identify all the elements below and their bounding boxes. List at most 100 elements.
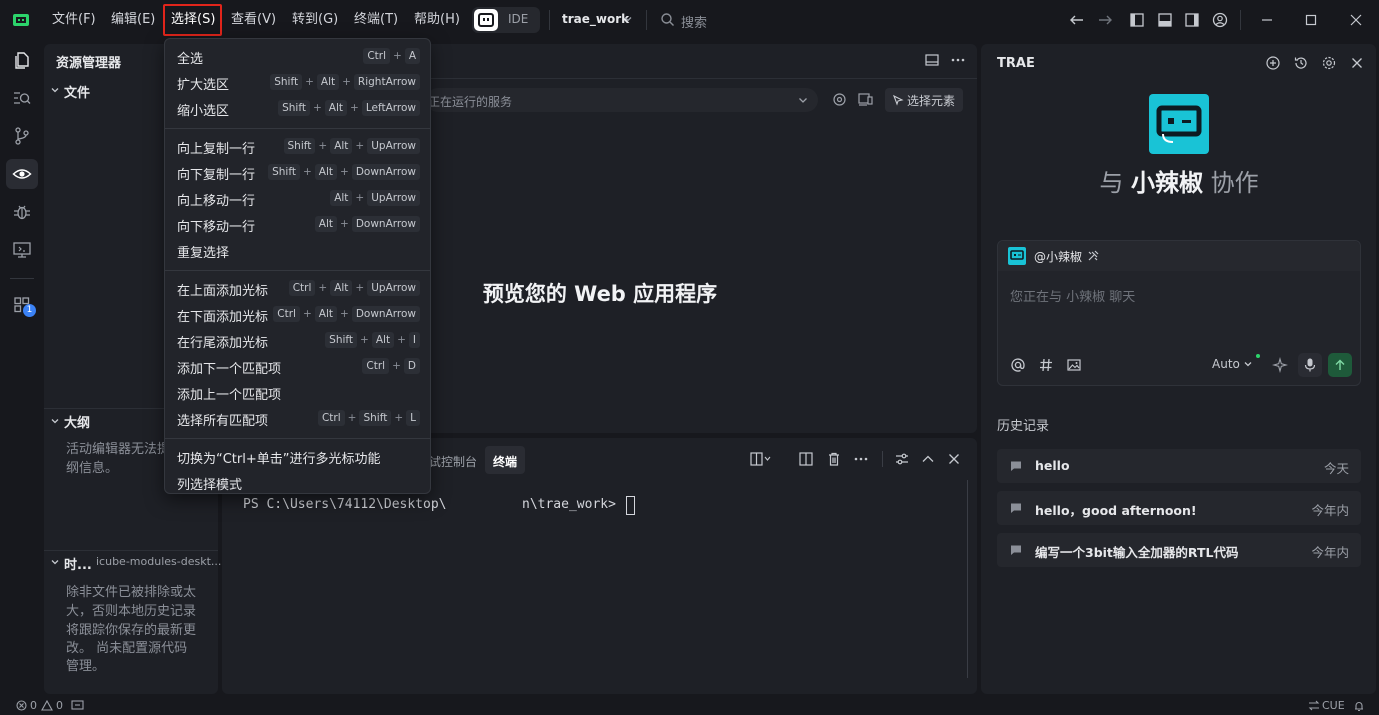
select-menu-item[interactable]: 列选择模式 (177, 471, 420, 493)
select-menu-item[interactable]: 向下移动一行 Alt + DownArrow (177, 213, 420, 235)
at-mention-icon[interactable] (1010, 357, 1026, 373)
select-menu-item[interactable]: 添加上一个匹配项 (177, 381, 420, 403)
history-item-date: 今年内 (1311, 545, 1349, 560)
history-clock-icon[interactable] (1293, 55, 1309, 71)
account-icon[interactable] (1211, 11, 1229, 29)
more-actions-icon[interactable] (950, 52, 966, 68)
menu-item-shortcut: Ctrl + Shift + L (317, 410, 420, 426)
menu-terminal[interactable]: 终端(T) (350, 10, 402, 30)
select-element-button[interactable]: 选择元素 (885, 88, 963, 112)
select-menu-item[interactable]: 向上移动一行 Alt + UpArrow (177, 187, 420, 209)
explorer-files-icon[interactable] (12, 50, 32, 70)
voice-input-button[interactable] (1298, 353, 1322, 377)
error-icon[interactable] (16, 700, 27, 711)
bell-icon[interactable] (1353, 700, 1365, 712)
terminal-layout-icon[interactable] (749, 451, 771, 467)
device-toggle-icon[interactable] (857, 92, 874, 107)
status-cue[interactable]: CUE (1322, 699, 1345, 712)
select-menu-item[interactable]: 全选 Ctrl + A (177, 45, 420, 67)
menu-view[interactable]: 查看(V) (227, 10, 280, 30)
files-section-header[interactable]: 文件 (64, 82, 90, 101)
toggle-panel-icon[interactable] (1156, 11, 1174, 29)
more-actions-icon[interactable] (853, 451, 869, 467)
menu-item-label: 向上复制一行 (177, 142, 256, 157)
tab-terminal[interactable]: 终端 (493, 453, 517, 470)
history-item-date: 今天 (1323, 461, 1349, 476)
menu-file[interactable]: 文件(F) (48, 10, 100, 30)
chat-input-placeholder[interactable]: 您正在与 小辣椒 聊天 (1010, 286, 1135, 305)
timeline-section-header[interactable]: 时... (64, 554, 92, 573)
close-panel-icon[interactable] (946, 451, 962, 467)
select-menu-item[interactable]: 切换为“Ctrl+单击”进行多光标功能 (177, 445, 420, 467)
chevron-down-icon[interactable] (797, 94, 809, 106)
menu-item-shortcut: Shift + Alt + UpArrow (283, 138, 420, 154)
preview-eye-icon[interactable] (12, 164, 32, 184)
select-menu-item[interactable]: 在行尾添加光标 Shift + Alt + I (177, 329, 420, 351)
sync-arrows-icon[interactable] (1308, 700, 1320, 711)
history-item[interactable]: 编写一个3bit输入全加器的RTL代码 今年内 (997, 533, 1361, 567)
debug-bug-icon[interactable] (12, 202, 32, 222)
chat-bubble-icon (1011, 503, 1021, 513)
menu-edit[interactable]: 编辑(E) (107, 10, 159, 30)
menu-item-shortcut: Shift + Alt + LeftArrow (278, 100, 420, 116)
settings-sliders-icon[interactable] (894, 451, 910, 467)
error-count[interactable]: 0 (30, 699, 37, 712)
maximize-icon[interactable] (1302, 11, 1320, 29)
select-menu-item[interactable]: 向上复制一行 Shift + Alt + UpArrow (177, 135, 420, 157)
close-window-icon[interactable] (1347, 11, 1365, 29)
model-mode-selector[interactable]: Auto (1212, 357, 1240, 371)
select-menu-item[interactable]: 在下面添加光标 Ctrl + Alt + DownArrow (177, 303, 420, 325)
ports-icon[interactable] (71, 700, 84, 711)
timeline-source: icube-modules-deskt... (96, 555, 222, 568)
warning-icon[interactable] (41, 700, 53, 711)
split-terminal-icon[interactable] (798, 451, 814, 467)
source-control-icon[interactable] (12, 126, 32, 146)
history-item[interactable]: hello 今天 (997, 449, 1361, 483)
chat-bubble-icon (1011, 461, 1021, 471)
select-menu-item[interactable]: 重复选择 (177, 239, 420, 261)
new-chat-icon[interactable] (1265, 55, 1281, 71)
agent-mention-tag[interactable]: @小辣椒 (1034, 248, 1082, 265)
terminal-cursor[interactable] (626, 496, 635, 515)
select-menu-item[interactable]: 选择所有匹配项 Ctrl + Shift + L (177, 407, 420, 429)
terminal-scrollbar[interactable] (967, 480, 968, 678)
select-menu-item[interactable]: 扩大选区 Shift + Alt + RightArrow (177, 71, 420, 93)
split-layout-icon[interactable] (924, 52, 940, 68)
sparkle-icon[interactable] (1272, 357, 1288, 373)
toggle-secondary-sidebar-icon[interactable] (1183, 11, 1201, 29)
trash-icon[interactable] (826, 451, 842, 467)
chat-bubble-icon (1011, 545, 1021, 555)
forward-arrow-icon[interactable] (1096, 11, 1114, 29)
history-item[interactable]: hello，good afternoon! 今年内 (997, 491, 1361, 525)
shortcut-plus: + (312, 102, 322, 114)
compass-icon[interactable] (832, 92, 847, 107)
tools-icon[interactable] (1086, 249, 1100, 263)
send-button[interactable] (1328, 353, 1352, 377)
minimize-icon[interactable] (1258, 11, 1276, 29)
menu-help[interactable]: 帮助(H) (410, 10, 464, 30)
image-upload-icon[interactable] (1066, 357, 1082, 373)
workspace-selector[interactable]: trae_work (562, 12, 629, 26)
hash-icon[interactable] (1038, 357, 1054, 373)
gear-icon[interactable] (1321, 55, 1337, 71)
tab-debug-console[interactable]: 试控制台 (429, 453, 477, 470)
outline-section-header[interactable]: 大纲 (64, 412, 90, 431)
activity-divider (10, 278, 34, 279)
menu-goto[interactable]: 转到(G) (288, 10, 342, 30)
chevron-up-icon[interactable] (920, 451, 936, 467)
select-menu-item[interactable]: 添加下一个匹配项 Ctrl + D (177, 355, 420, 377)
command-search[interactable]: 搜索 (681, 12, 707, 31)
select-menu-item[interactable]: 在上面添加光标 Ctrl + Alt + UpArrow (177, 277, 420, 299)
remote-monitor-icon[interactable] (12, 240, 32, 260)
search-panel-icon[interactable] (12, 88, 32, 108)
close-icon[interactable] (1349, 55, 1365, 71)
menu-item-shortcut: Ctrl + D (362, 358, 420, 374)
menu-item-label: 在行尾添加光标 (177, 336, 269, 351)
toggle-sidebar-icon[interactable] (1128, 11, 1146, 29)
select-menu-item[interactable]: 缩小选区 Shift + Alt + LeftArrow (177, 97, 420, 119)
shortcut-key: Shift (283, 138, 316, 154)
select-menu-item[interactable]: 向下复制一行 Shift + Alt + DownArrow (177, 161, 420, 183)
menu-select[interactable]: 选择(S) (167, 10, 219, 30)
warning-count[interactable]: 0 (56, 699, 63, 712)
back-arrow-icon[interactable] (1068, 11, 1086, 29)
